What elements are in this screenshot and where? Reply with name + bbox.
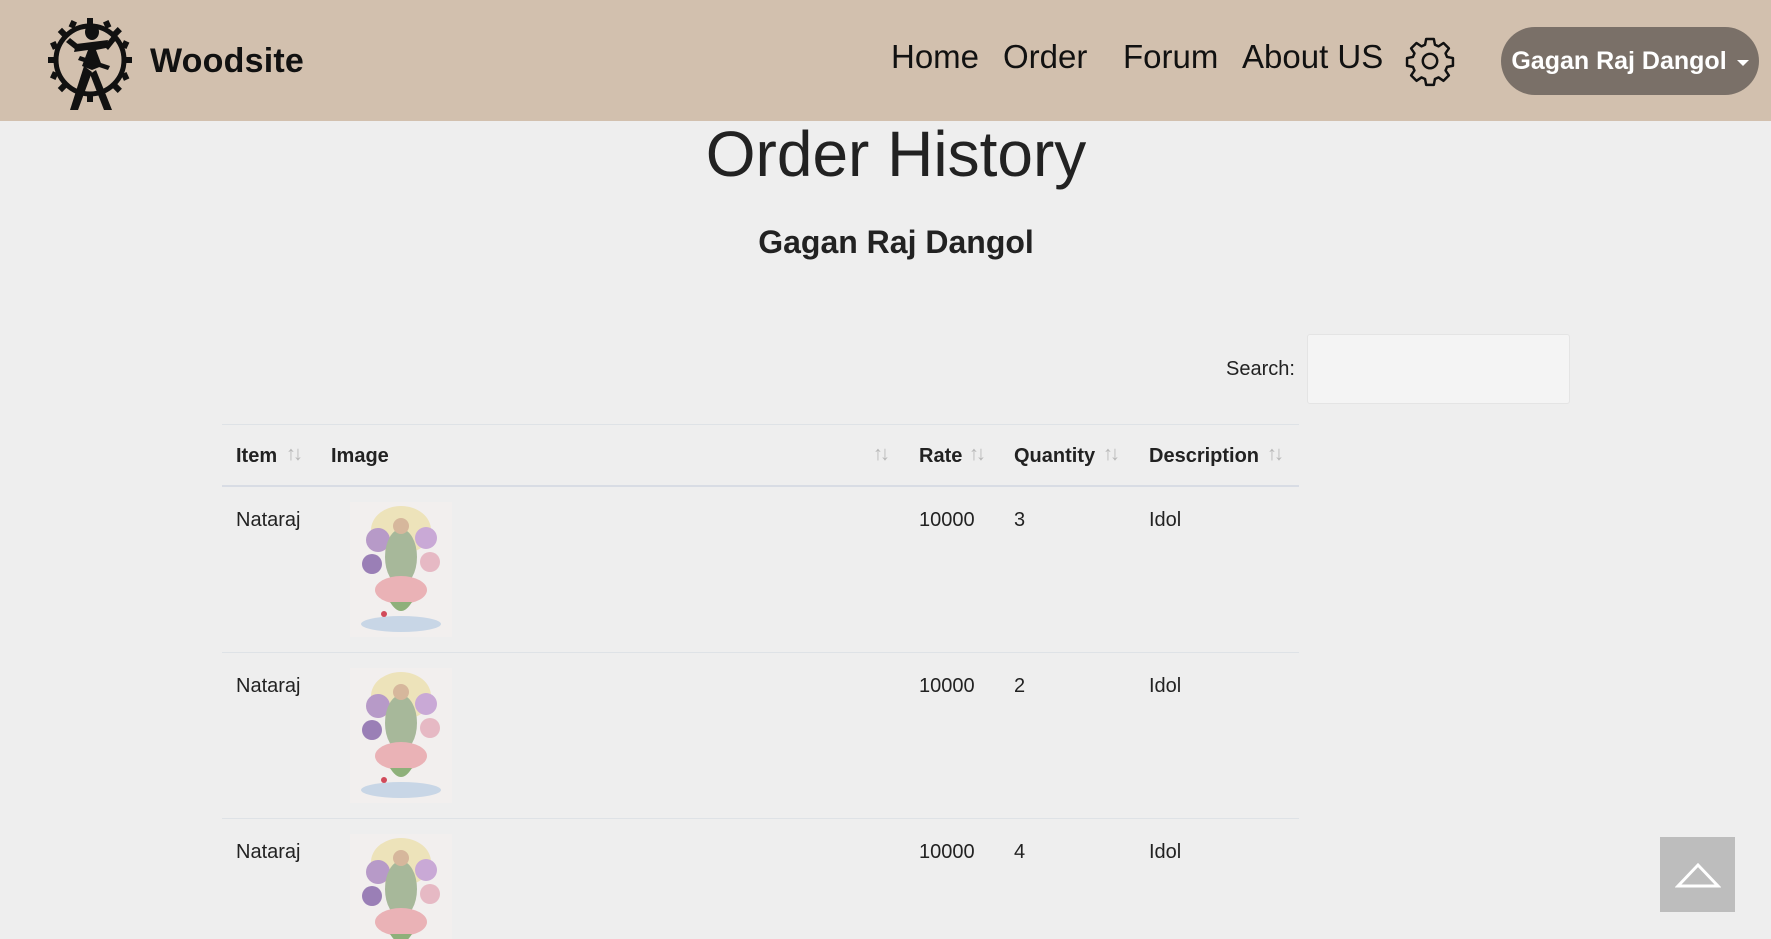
user-menu-label: Gagan Raj Dangol xyxy=(1511,46,1727,75)
sort-arrows-icon[interactable]: ↑↓ xyxy=(873,443,890,466)
search-input[interactable] xyxy=(1307,334,1570,404)
brand-name: Woodsite xyxy=(150,41,304,80)
column-header-item[interactable]: Item xyxy=(236,445,277,468)
scroll-to-top-button[interactable] xyxy=(1660,837,1735,912)
chevron-up-icon xyxy=(1674,862,1721,887)
page-title: Order History xyxy=(705,118,1087,190)
table-row: Nataraj 10000 4 Idol xyxy=(222,819,1299,939)
sort-arrows-icon[interactable]: ↑↓ xyxy=(969,443,986,466)
cell-item: Nataraj xyxy=(236,509,301,531)
cell-description: Idol xyxy=(1149,841,1182,863)
user-menu-button[interactable]: Gagan Raj Dangol xyxy=(1501,27,1759,95)
brand[interactable]: Woodsite xyxy=(46,10,304,112)
page-subtitle: Gagan Raj Dangol xyxy=(758,224,1034,260)
cell-quantity: 2 xyxy=(1014,675,1026,697)
search-label: Search: xyxy=(1226,358,1295,380)
navbar: Woodsite Home Order Forum About US Gagan… xyxy=(0,0,1771,121)
idol-thumbnail xyxy=(350,834,452,939)
column-header-rate[interactable]: Rate xyxy=(919,445,962,468)
cell-quantity: 3 xyxy=(1014,509,1026,531)
cell-description: Idol xyxy=(1149,509,1182,531)
order-history-table: Item ↑↓ Image ↑↓ Rate ↑↓ Quantity ↑↓ Des… xyxy=(222,424,1299,939)
table-row: Nataraj 10000 3 Idol xyxy=(222,487,1299,653)
idol-thumbnail xyxy=(350,668,452,803)
nav-home[interactable]: Home xyxy=(891,38,979,76)
cell-item: Nataraj xyxy=(236,841,301,863)
sort-arrows-icon[interactable]: ↑↓ xyxy=(286,443,303,466)
nav-forum[interactable]: Forum xyxy=(1123,38,1218,76)
cell-quantity: 4 xyxy=(1014,841,1026,863)
gear-icon[interactable] xyxy=(1403,34,1457,88)
cell-rate: 10000 xyxy=(919,509,975,531)
column-header-image[interactable]: Image xyxy=(331,445,389,468)
column-header-description[interactable]: Description xyxy=(1149,445,1259,468)
nav-about-us[interactable]: About US xyxy=(1242,38,1383,76)
idol-thumbnail xyxy=(350,502,452,637)
table-header: Item ↑↓ Image ↑↓ Rate ↑↓ Quantity ↑↓ Des… xyxy=(222,424,1299,487)
caret-down-icon xyxy=(1736,59,1749,66)
cell-description: Idol xyxy=(1149,675,1182,697)
cell-rate: 10000 xyxy=(919,675,975,697)
nav-order[interactable]: Order xyxy=(1003,38,1087,76)
sort-arrows-icon[interactable]: ↑↓ xyxy=(1267,443,1284,466)
cell-item: Nataraj xyxy=(236,675,301,697)
cell-rate: 10000 xyxy=(919,841,975,863)
table-row: Nataraj 10000 2 Idol xyxy=(222,653,1299,819)
nataraj-gear-logo-icon xyxy=(48,18,132,110)
sort-arrows-icon[interactable]: ↑↓ xyxy=(1103,443,1120,466)
column-header-quantity[interactable]: Quantity xyxy=(1014,445,1095,468)
